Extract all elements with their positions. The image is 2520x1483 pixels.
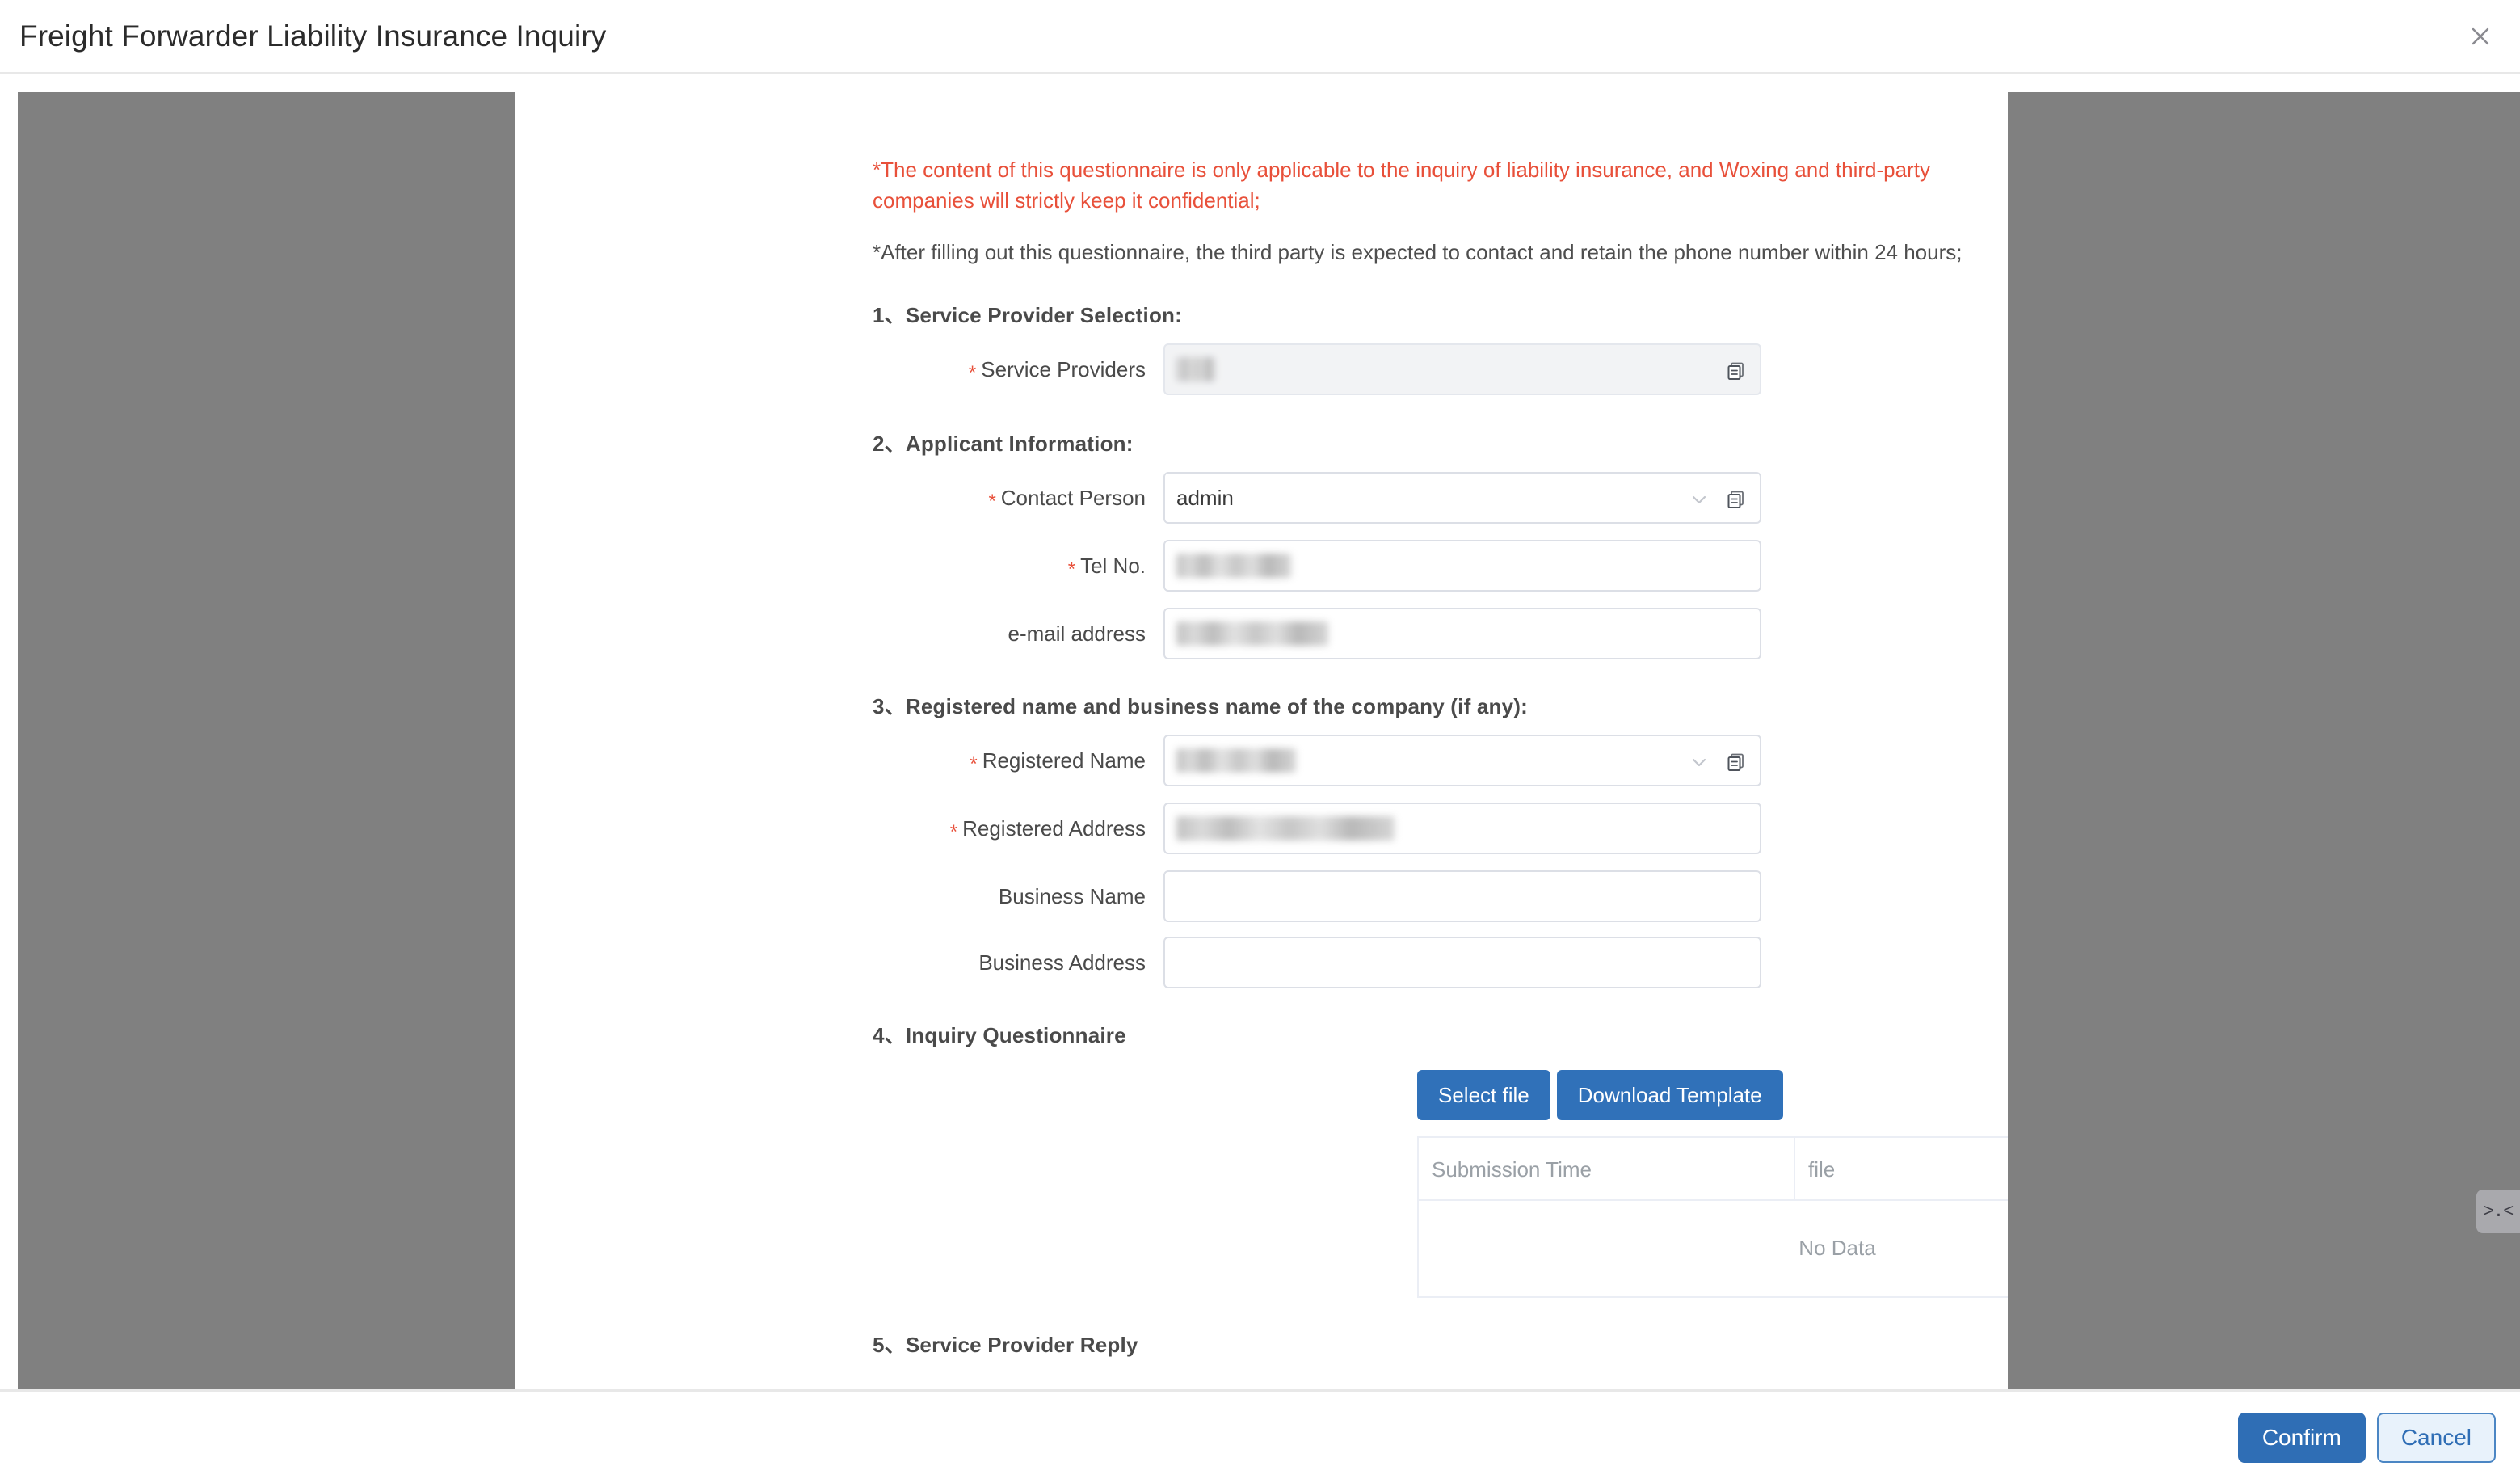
contact-person-value: admin [1176,485,1234,510]
confidentiality-notice: *The content of this questionnaire is on… [873,158,1930,213]
redacted-value [1176,748,1296,773]
required-asterisk: * [988,490,996,512]
label-text: Tel No. [1080,553,1146,578]
download-template-button[interactable]: Download Template [1556,1069,1783,1120]
label-registered-address: * Registered Address [515,803,1163,856]
questionnaire-table: Submission Time file OP No Data [1417,1135,2008,1298]
registered-address-input[interactable] [1163,802,1761,854]
label-email: e-mail address [515,608,1163,659]
contact-person-select[interactable]: admin [1163,471,1761,525]
label-business-address: Business Address [515,937,1163,988]
label-service-providers: * Service Providers [515,343,1163,397]
copy-icon[interactable] [1723,748,1750,776]
confirm-button[interactable]: Confirm [2237,1412,2366,1463]
label-text: Business Address [978,950,1146,975]
contact-person-field-icons [1685,474,1750,525]
required-asterisk: * [970,752,978,775]
section-5-number: 5、 [873,1332,906,1357]
select-file-button[interactable]: Select file [1417,1069,1550,1120]
chevron-down-icon[interactable] [1685,748,1713,776]
business-address-input[interactable] [1163,936,1761,988]
field-row-registered-name: * Registered Name [515,734,2008,788]
field-row-business-name: Business Name [515,870,2008,922]
section-5-heading: 5、Service Provider Reply [873,1329,2008,1359]
section-4-heading: 4、Inquiry Questionnaire [873,1019,2008,1049]
field-row-contact-person: * Contact Person admin [515,471,2008,525]
dialog-header: Freight Forwarder Liability Insurance In… [0,0,2520,74]
label-registered-name: * Registered Name [515,735,1163,788]
dialog-body: *The content of this questionnaire is on… [0,74,2520,1389]
redacted-value [1176,621,1328,646]
field-row-registered-address: * Registered Address [515,802,2008,856]
field-row-tel: * Tel No. [515,539,2008,593]
copy-icon[interactable] [1723,486,1750,513]
required-asterisk: * [968,361,977,384]
registered-name-field-icons [1685,736,1750,788]
section-3-heading: 3、Registered name and business name of t… [873,690,2008,720]
section-1-number: 1、 [873,302,906,327]
label-text: Business Name [998,883,1146,908]
table-empty-state: No Data [1419,1201,2008,1298]
label-text: Registered Address [962,815,1146,841]
required-asterisk: * [1067,558,1076,580]
chevron-down-icon[interactable] [1685,486,1713,513]
label-text: e-mail address [1008,621,1146,646]
copy-icon[interactable] [1723,357,1750,385]
section-3-title: Registered name and business name of the… [905,693,1528,718]
service-providers-field-icons [1723,345,1750,397]
cancel-button[interactable]: Cancel [2376,1412,2496,1463]
label-business-name: Business Name [515,870,1163,922]
registered-name-select[interactable] [1163,734,1761,788]
questionnaire-actions: Select file Download Template [1417,1069,2008,1120]
section-5-title: Service Provider Reply [905,1332,1138,1357]
email-input[interactable] [1163,607,1761,659]
assistant-widget-tab[interactable]: >.< [2476,1190,2520,1233]
section-4-number: 4、 [873,1022,906,1047]
label-text: Registered Name [982,748,1146,773]
section-2-number: 2、 [873,431,906,456]
field-row-email: e-mail address [515,607,2008,659]
table-header-row: Submission Time file OP [1419,1137,2008,1201]
section-1-heading: 1、Service Provider Selection: [873,299,2008,329]
label-text: Service Providers [981,356,1146,381]
field-row-business-address: Business Address [515,936,2008,988]
label-text: Contact Person [1000,485,1146,510]
redacted-value [1176,553,1291,578]
form-content-sheet: *The content of this questionnaire is on… [515,92,2008,1389]
required-asterisk: * [949,820,958,843]
section-2-title: Applicant Information: [905,431,1134,456]
redacted-value [1176,815,1395,841]
business-name-input[interactable] [1163,870,1761,922]
section-1-title: Service Provider Selection: [905,302,1182,327]
column-header-file: file [1795,1138,2008,1199]
label-tel: * Tel No. [515,540,1163,593]
followup-notice: *After filling out this questionnaire, t… [873,239,1963,264]
column-header-submission-time: Submission Time [1419,1137,1795,1199]
tel-input[interactable] [1163,539,1761,592]
service-providers-input[interactable] [1163,343,1761,395]
label-contact-person: * Contact Person [515,472,1163,525]
close-icon[interactable] [2462,18,2499,55]
insurance-inquiry-dialog: Freight Forwarder Liability Insurance In… [0,0,2520,1483]
field-row-service-providers: * Service Providers [515,343,2008,397]
page-title: Freight Forwarder Liability Insurance In… [19,19,607,53]
redacted-value [1176,356,1215,381]
dialog-footer: Confirm Cancel [0,1389,2520,1483]
section-2-heading: 2、Applicant Information: [873,428,2008,457]
section-4-title: Inquiry Questionnaire [905,1022,1126,1047]
section-3-number: 3、 [873,693,906,718]
